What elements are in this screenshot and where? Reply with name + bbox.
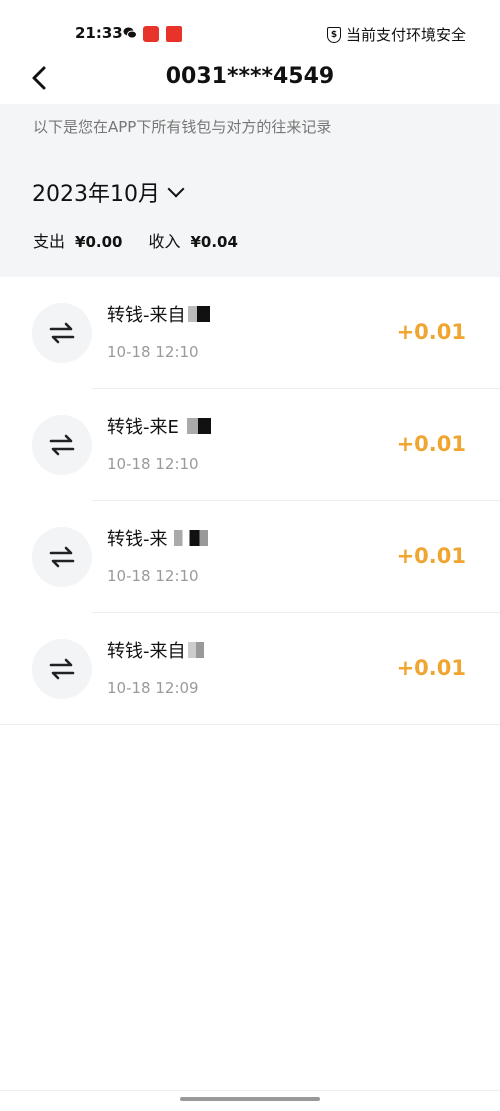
redacted-name bbox=[173, 530, 208, 546]
secure-text: 当前支付环境安全 bbox=[345, 26, 466, 44]
transfer-arrows-icon bbox=[32, 639, 92, 699]
nav-bar: 0031****4549 bbox=[0, 62, 500, 104]
transaction-amount: +0.01 bbox=[396, 544, 466, 568]
month-selector[interactable]: 2023年10月 bbox=[32, 176, 185, 208]
transaction-title: 转钱-来自 bbox=[107, 637, 204, 663]
transfer-arrows-icon bbox=[32, 527, 92, 587]
redacted-name bbox=[187, 642, 204, 658]
list-item[interactable]: 转钱-来E 10-18 12:10 +0.01 bbox=[0, 389, 500, 501]
expense-label: 支出 bbox=[33, 232, 66, 251]
transfer-arrows-icon bbox=[32, 415, 92, 475]
month-label: 2023年10月 bbox=[32, 182, 160, 207]
transaction-title: 转钱-来E bbox=[107, 413, 211, 439]
list-item[interactable]: 转钱-来自 10-18 12:09 +0.01 bbox=[0, 613, 500, 725]
transaction-title-text: 转钱-来 bbox=[107, 529, 168, 550]
income-label: 收入 bbox=[148, 232, 181, 251]
transaction-time: 10-18 12:10 bbox=[107, 455, 199, 473]
records-hint: 以下是您在APP下所有钱包与对方的往来记录 bbox=[33, 118, 332, 136]
transaction-time: 10-18 12:10 bbox=[107, 343, 199, 361]
income-value: ¥0.04 bbox=[190, 233, 238, 251]
transaction-amount: +0.01 bbox=[396, 320, 466, 344]
transaction-title-text: 转钱-来自 bbox=[107, 305, 186, 326]
redacted-name bbox=[186, 418, 211, 434]
status-notification-icons bbox=[123, 25, 183, 43]
transaction-title: 转钱-来 bbox=[107, 525, 208, 551]
summary-totals: 支出 ¥0.00 收入 ¥0.04 bbox=[33, 228, 264, 252]
transaction-title-text: 转钱-来自 bbox=[107, 641, 186, 662]
chevron-down-icon bbox=[167, 180, 185, 197]
transfer-arrows-icon bbox=[32, 303, 92, 363]
summary-panel: 以下是您在APP下所有钱包与对方的往来记录 2023年10月 支出 ¥0.00 … bbox=[0, 104, 500, 277]
transaction-time: 10-18 12:10 bbox=[107, 567, 199, 585]
redacted-name bbox=[187, 306, 210, 322]
shield-icon: $ bbox=[326, 26, 341, 43]
app-notification-icon-2 bbox=[165, 25, 183, 43]
list-item[interactable]: 转钱-来自 10-18 12:10 +0.01 bbox=[0, 277, 500, 389]
home-indicator[interactable] bbox=[180, 1097, 320, 1101]
transaction-amount: +0.01 bbox=[396, 432, 466, 456]
status-time: 21:33 bbox=[75, 24, 123, 42]
list-item[interactable]: 转钱-来 10-18 12:10 +0.01 bbox=[0, 501, 500, 613]
transaction-title: 转钱-来自 bbox=[107, 301, 210, 327]
status-bar: 21:33 $ 当前支付环境安全 bbox=[0, 0, 500, 62]
expense-value: ¥0.00 bbox=[75, 233, 123, 251]
transaction-amount: +0.01 bbox=[396, 656, 466, 680]
divider bbox=[0, 724, 500, 725]
transaction-title-text: 转钱-来E bbox=[107, 417, 179, 438]
app-notification-icon bbox=[143, 26, 159, 42]
page-title: 0031****4549 bbox=[165, 64, 335, 89]
transaction-list: 转钱-来自 10-18 12:10 +0.01 转钱-来E 10-18 12:1… bbox=[0, 277, 500, 725]
secure-status: $ 当前支付环境安全 bbox=[326, 24, 466, 45]
divider bbox=[0, 1090, 500, 1091]
transaction-time: 10-18 12:09 bbox=[107, 679, 199, 697]
wechat-icon bbox=[123, 26, 137, 42]
